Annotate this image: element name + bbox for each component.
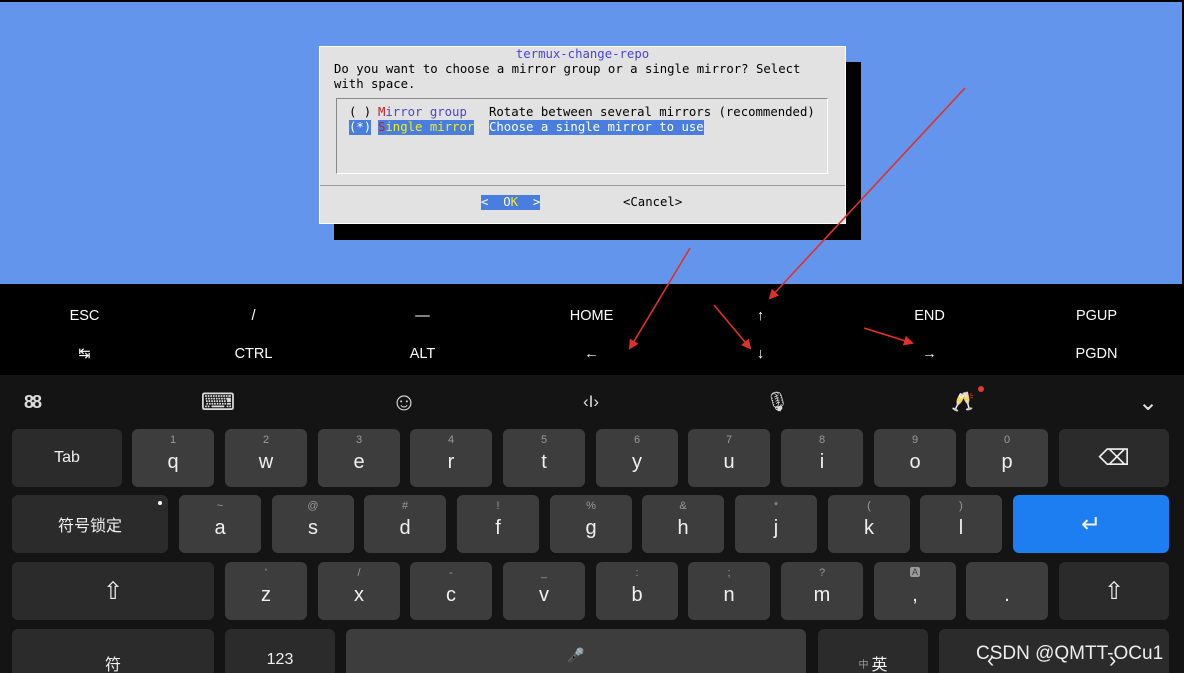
key-g[interactable]: % g: [550, 495, 632, 553]
cancel-button[interactable]: <Cancel>: [623, 195, 682, 210]
key-m[interactable]: ? m: [781, 562, 863, 620]
key-f[interactable]: ! f: [457, 495, 539, 553]
option-single-mirror[interactable]: (*) Single mirror Choose a single mirror…: [337, 120, 704, 135]
key-h[interactable]: & h: [642, 495, 724, 553]
extra-key-pgup[interactable]: PGUP: [1012, 297, 1181, 335]
extra-key-esc[interactable]: ESC: [0, 297, 169, 335]
extra-key-home[interactable]: HOME: [507, 297, 676, 335]
enter-icon: ↵: [1080, 510, 1102, 538]
option-description: Rotate between several mirrors (recommen…: [489, 105, 815, 119]
key-l[interactable]: ) l: [920, 495, 1002, 553]
option-mirror-group[interactable]: ( ) Mirror group Rotate between several …: [337, 105, 815, 120]
enter-key[interactable]: ↵: [1013, 495, 1169, 553]
option-radio[interactable]: (*): [349, 120, 372, 135]
keyboard-icon[interactable]: ⌨: [198, 387, 238, 417]
symbol-lock-dot: [158, 501, 162, 505]
emoji-icon[interactable]: ☺: [384, 387, 424, 417]
key-p[interactable]: 0p: [966, 429, 1048, 487]
option-tag: Mirror group: [378, 105, 467, 119]
option-radio[interactable]: ( ): [349, 105, 371, 120]
shift-key-right[interactable]: ⇧: [1059, 562, 1169, 620]
key-w[interactable]: 2w: [225, 429, 307, 487]
tab-key[interactable]: Tab: [12, 429, 122, 487]
extra-key-alt[interactable]: ALT: [338, 335, 507, 373]
extra-key-up[interactable]: ↑: [676, 297, 845, 335]
extra-key-end[interactable]: END: [845, 297, 1014, 335]
terminal-area[interactable]: termux-change-repo Do you want to choose…: [0, 0, 1184, 285]
key-b[interactable]: :b: [596, 562, 678, 620]
key-d[interactable]: # d: [364, 495, 446, 553]
cheers-icon[interactable]: 🥂: [943, 387, 983, 417]
option-description: Choose a single mirror to use: [489, 120, 704, 135]
extra-key-tab[interactable]: ↹: [0, 335, 169, 373]
key-n[interactable]: ; n: [688, 562, 770, 620]
mirror-option-list: ( ) Mirror group Rotate between several …: [336, 98, 828, 174]
key-y[interactable]: 6y: [596, 429, 678, 487]
extra-key-slash[interactable]: /: [169, 297, 338, 335]
language-switch-key[interactable]: 中英: [818, 629, 928, 673]
key-q[interactable]: 1q: [132, 429, 214, 487]
shift-key-left[interactable]: ⇧: [12, 562, 214, 620]
backspace-icon: ⌫: [1098, 445, 1130, 470]
key-u[interactable]: 7u: [688, 429, 770, 487]
extra-key-dash[interactable]: —: [338, 297, 507, 335]
backspace-key[interactable]: ⌫: [1059, 429, 1169, 487]
key-x[interactable]: / x: [318, 562, 400, 620]
key-j[interactable]: * j: [735, 495, 817, 553]
dialog-question-line2: with space.: [334, 77, 416, 91]
key-comma[interactable]: A,: [874, 562, 956, 620]
extra-key-left[interactable]: ←: [507, 335, 676, 373]
key-v[interactable]: _ v: [503, 562, 585, 620]
mirror-select-dialog: termux-change-repo Do you want to choose…: [319, 46, 846, 224]
extra-key-right[interactable]: →: [845, 335, 1014, 373]
key-period[interactable]: .: [966, 562, 1048, 620]
key-r[interactable]: 4r: [410, 429, 492, 487]
collapse-chevron-icon[interactable]: ⌄: [1128, 387, 1168, 417]
key-e[interactable]: 3e: [318, 429, 400, 487]
extra-key-ctrl[interactable]: CTRL: [169, 335, 338, 373]
option-tag: Single mirror: [378, 120, 475, 135]
symbol-lock-key[interactable]: 符号锁定: [12, 495, 168, 553]
key-o[interactable]: 9o: [874, 429, 956, 487]
shift-icon: ⇧: [1103, 577, 1125, 605]
key-c[interactable]: -c: [410, 562, 492, 620]
key-k[interactable]: (k: [828, 495, 910, 553]
key-z[interactable]: ' z: [225, 562, 307, 620]
notification-dot: [978, 386, 984, 392]
dialog-separator: [320, 185, 845, 186]
space-mic-icon: 🎤: [567, 647, 585, 663]
csdn-watermark: CSDN @QMTT-OCu1: [976, 643, 1164, 664]
space-key[interactable]: 🎤: [346, 629, 806, 673]
key-t[interactable]: 5t: [503, 429, 585, 487]
dialog-title: termux-change-repo: [513, 47, 652, 61]
key-s[interactable]: @ s: [272, 495, 354, 553]
key-i[interactable]: 8i: [781, 429, 863, 487]
mic-icon[interactable]: 🎙: [757, 387, 797, 417]
ime-keyboard: 88 ⌨ ☺ ‹I› 🎙 🥂 ⌄ Tab 1q 2w 3e 4r 5t 6y 7…: [0, 375, 1184, 673]
extra-key-down[interactable]: ↓: [676, 335, 845, 373]
grid-icon[interactable]: 88: [12, 387, 52, 417]
symbol-key[interactable]: 符: [12, 629, 214, 673]
dialog-question-line1: Do you want to choose a mirror group or …: [334, 62, 801, 76]
number-key[interactable]: 123: [225, 629, 335, 673]
extra-keys-bar: ESC / — HOME ↑ END PGUP ↹ CTRL ALT ← ↓ →…: [0, 285, 1184, 375]
extra-key-pgdn[interactable]: PGDN: [1012, 335, 1181, 373]
key-a[interactable]: ~ a: [179, 495, 261, 553]
ok-button[interactable]: < OK >: [481, 195, 541, 210]
shift-icon: ⇧: [102, 577, 124, 605]
cursor-icon[interactable]: ‹I›: [571, 387, 611, 417]
